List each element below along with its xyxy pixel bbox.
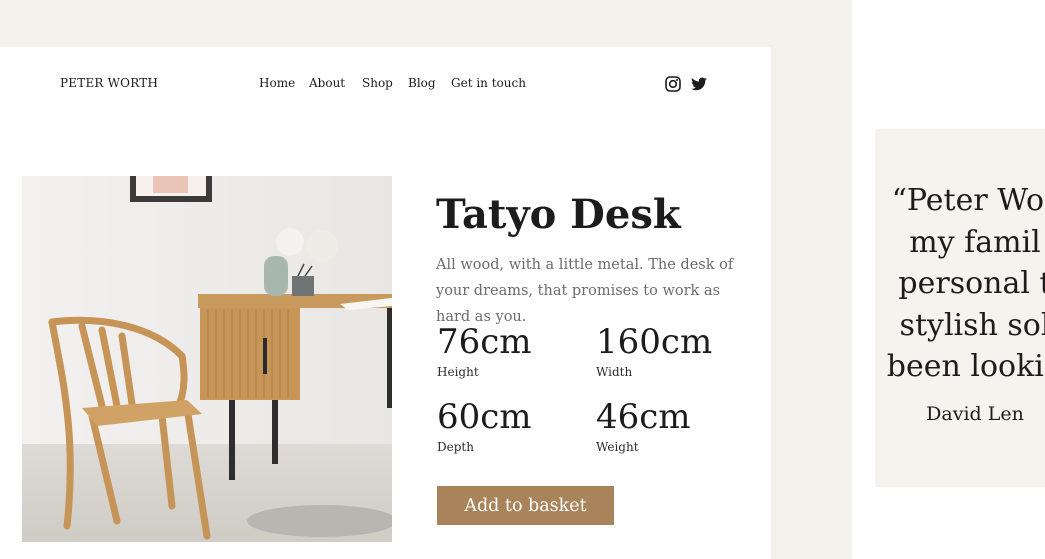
spec-label: Width: [596, 365, 633, 379]
testimonial-line: stylish sol: [899, 307, 1045, 343]
instagram-icon[interactable]: [664, 75, 682, 93]
spec-value: 46cm: [596, 397, 691, 437]
product-description: All wood, with a little metal. The desk …: [436, 257, 734, 325]
spec-value: 76cm: [437, 322, 532, 362]
spec-label: Height: [437, 365, 479, 379]
testimonial-clip: “Peter Wor my famil personal t stylish s…: [875, 129, 1045, 487]
testimonial-line: “Peter Wor: [891, 183, 1045, 218]
spec-label: Weight: [596, 440, 639, 454]
testimonial-line: been lookin: [886, 349, 1045, 384]
nav-blog[interactable]: Blog: [408, 76, 436, 90]
testimonial-content: “Peter Wor my famil personal t stylish s…: [875, 180, 1045, 426]
spec-label: Depth: [437, 440, 474, 454]
nav-shop[interactable]: Shop: [362, 76, 393, 90]
testimonial-author: David Len: [926, 402, 1024, 425]
product-title: Tatyo Desk: [436, 191, 681, 238]
nav-get-in-touch[interactable]: Get in touch: [451, 76, 526, 90]
add-to-basket-button[interactable]: Add to basket: [437, 486, 614, 525]
spec-weight: 46cm Weight: [596, 397, 691, 455]
spec-height: 76cm Height: [437, 322, 532, 380]
spec-width: 160cm Width: [596, 322, 712, 380]
spec-value: 60cm: [437, 397, 532, 437]
brand-logo[interactable]: PETER WORTH: [60, 76, 158, 90]
testimonial-line: personal t: [898, 266, 1045, 301]
spec-value: 160cm: [596, 322, 713, 362]
nav-home[interactable]: Home: [259, 76, 295, 90]
testimonial-line: my famil: [909, 224, 1041, 260]
nav-about[interactable]: About: [309, 76, 345, 90]
twitter-icon[interactable]: [690, 75, 708, 93]
product-photo: [22, 176, 392, 542]
spec-depth: 60cm Depth: [437, 397, 532, 455]
